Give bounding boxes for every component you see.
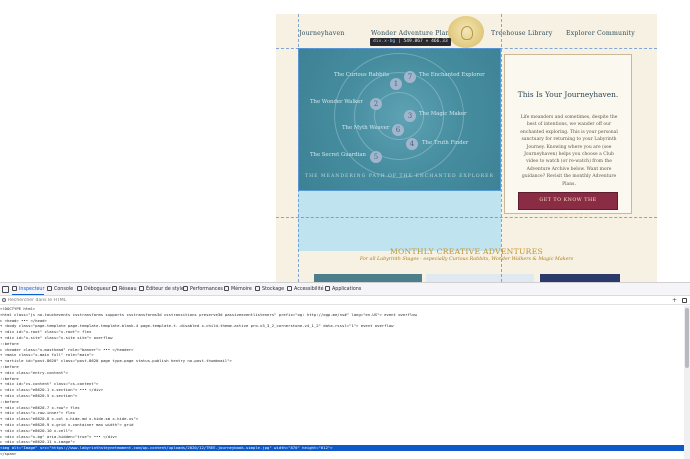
nav-link-explorer-community[interactable]: Explorer Community xyxy=(566,30,635,44)
applications-icon xyxy=(325,286,330,291)
tab-label: Performances xyxy=(190,287,223,292)
element-picker-icon[interactable] xyxy=(2,286,9,293)
tab-console[interactable]: Console xyxy=(47,285,73,295)
inspector-element-highlight xyxy=(298,48,501,191)
tab-label: Inspecteur xyxy=(19,287,45,292)
html-tree-scrollbar[interactable] xyxy=(684,306,690,459)
screen: Journeyhaven Wonder Adventure Plans Tree… xyxy=(0,0,690,459)
inspector-icon xyxy=(12,286,17,291)
inspector-guide-line xyxy=(276,48,657,49)
console-icon xyxy=(47,286,52,291)
debugger-icon xyxy=(77,286,82,291)
website-viewport: Journeyhaven Wonder Adventure Plans Tree… xyxy=(0,0,690,282)
tab-label: Accessibilité xyxy=(294,287,324,292)
adventure-thumbnail[interactable] xyxy=(540,274,620,282)
tab-editeur-de-style[interactable]: Éditeur de style xyxy=(139,285,184,295)
tab-accessibilite[interactable]: Accessibilité xyxy=(287,285,324,295)
markup-line[interactable]: </span> xyxy=(0,451,684,457)
journeyhaven-title: This Is Your Journeyhaven. xyxy=(517,90,619,99)
tab-performances[interactable]: Performances xyxy=(183,285,223,295)
search-icon xyxy=(2,298,6,302)
pick-element-icon[interactable] xyxy=(682,298,687,303)
tab-label: Console xyxy=(54,287,74,292)
network-icon xyxy=(112,286,117,291)
monthly-adventures-subtitle: For all Labyrinth Stages - especially Cu… xyxy=(359,257,574,262)
tab-memoire[interactable]: Mémoire xyxy=(224,285,252,295)
tab-label: Débogueur xyxy=(84,287,111,292)
devtools-toolbar: Inspecteur Console Débogueur Réseau Édit… xyxy=(0,283,690,296)
adventure-thumbnail[interactable] xyxy=(426,274,534,282)
html-tree[interactable]: <!DOCTYPE html> <html class="js no-touche… xyxy=(0,306,684,459)
devtools-panel: Inspecteur Console Débogueur Réseau Édit… xyxy=(0,282,690,459)
tab-label: Éditeur de style xyxy=(146,287,184,292)
add-node-button[interactable]: + xyxy=(672,296,677,305)
map-background-strip xyxy=(298,191,501,251)
memory-icon xyxy=(224,286,229,291)
tab-label: Applications xyxy=(332,287,362,292)
tab-reseau[interactable]: Réseau xyxy=(112,285,137,295)
tab-label: Mémoire xyxy=(231,287,252,292)
tab-stockage[interactable]: Stockage xyxy=(255,285,284,295)
inspector-tooltip: div.x-bg | 549.867 × 466.33 xyxy=(370,38,451,46)
tab-debogueur[interactable]: Débogueur xyxy=(77,285,111,295)
journeyhaven-card: This Is Your Journeyhaven. Life meanders… xyxy=(504,54,632,214)
inspector-guide-line xyxy=(501,14,502,282)
tab-label: Stockage xyxy=(262,287,285,292)
inspector-guide-line xyxy=(276,217,657,218)
html-search-bar: + xyxy=(0,296,690,305)
tab-inspecteur[interactable]: Inspecteur xyxy=(12,285,45,295)
inspector-guide-line xyxy=(298,14,299,282)
style-editor-icon xyxy=(139,286,144,291)
tab-applications[interactable]: Applications xyxy=(325,285,361,295)
journeyhaven-text: Life meanders and sometimes, despite the… xyxy=(520,115,618,187)
scrollbar-thumb[interactable] xyxy=(685,308,689,368)
tab-label: Réseau xyxy=(119,287,137,292)
performance-icon xyxy=(183,286,188,291)
monthly-adventures-title: MONTHLY CREATIVE ADVENTURES xyxy=(389,247,544,256)
journeybook-button[interactable]: GET TO KNOW THE JOURNEYBOOK xyxy=(518,192,618,219)
nav-link-journeyhaven[interactable]: Journeyhaven xyxy=(299,30,345,44)
accessibility-icon xyxy=(287,286,292,291)
storage-icon xyxy=(255,286,260,291)
tooltip-element-size: 549.867 × 466.33 xyxy=(403,39,448,44)
site-logo[interactable] xyxy=(448,16,484,48)
adventure-thumbnail[interactable] xyxy=(314,274,422,282)
html-search-input[interactable] xyxy=(8,296,648,305)
tooltip-element-name: div.x-bg xyxy=(373,39,396,44)
